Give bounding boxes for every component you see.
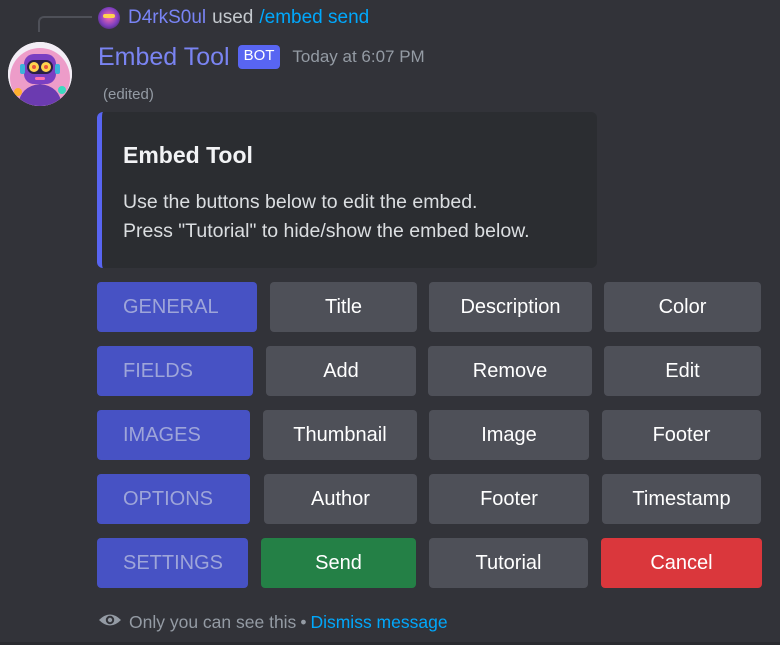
ephemeral-text: Only you can see this <box>129 611 297 632</box>
description-button[interactable]: Description <box>429 282 592 332</box>
dismiss-message-link[interactable]: Dismiss message <box>310 612 447 633</box>
footer-button[interactable]: Footer <box>429 474 589 524</box>
timestamp-button[interactable]: Timestamp <box>602 474 761 524</box>
remove-field-button[interactable]: Remove <box>428 346 592 396</box>
cancel-button[interactable]: Cancel <box>601 538 762 588</box>
thumbnail-button[interactable]: Thumbnail <box>263 410 417 460</box>
image-footer-button[interactable]: Footer <box>602 410 761 460</box>
edited-indicator: (edited) <box>103 86 154 103</box>
embed-description: Use the buttons below to edit the embed.… <box>123 191 530 242</box>
title-button[interactable]: Title <box>270 282 417 332</box>
eye-icon <box>98 611 122 634</box>
ephemeral-notice: Only you can see this • Dismiss message <box>98 610 448 634</box>
bot-username[interactable]: Embed Tool <box>98 43 230 72</box>
ephemeral-separator: • <box>300 611 307 632</box>
reply-username[interactable]: D4rkS0ul <box>128 7 206 29</box>
reply-command[interactable]: /embed send <box>259 7 369 29</box>
robot-avatar-icon <box>8 42 72 106</box>
embed-title: Embed Tool <box>123 142 253 168</box>
add-field-button[interactable]: Add <box>266 346 416 396</box>
message-timestamp[interactable]: Today at 6:07 PM <box>292 47 424 67</box>
image-button[interactable]: Image <box>429 410 589 460</box>
reply-header[interactable]: D4rkS0ul used /embed send <box>98 6 369 30</box>
send-button[interactable]: Send <box>261 538 416 588</box>
reply-used-text: used <box>212 7 254 28</box>
edit-field-button[interactable]: Edit <box>604 346 761 396</box>
bot-avatar[interactable] <box>8 42 72 106</box>
color-button[interactable]: Color <box>604 282 761 332</box>
bot-badge: BOT <box>237 45 281 69</box>
reply-connector <box>38 16 92 32</box>
embed-card: Embed Tool Use the buttons below to edit… <box>97 112 597 268</box>
category-button-options[interactable]: OPTIONS <box>97 474 250 524</box>
category-button-general[interactable]: GENERAL <box>97 282 257 332</box>
tutorial-button[interactable]: Tutorial <box>429 538 588 588</box>
user-mini-avatar[interactable] <box>98 7 120 29</box>
message-author-line: Embed Tool BOT Today at 6:07 PM <box>98 40 425 74</box>
category-button-settings[interactable]: SETTINGS <box>97 538 248 588</box>
category-button-fields[interactable]: FIELDS <box>97 346 253 396</box>
author-button[interactable]: Author <box>264 474 417 524</box>
category-button-images[interactable]: IMAGES <box>97 410 250 460</box>
